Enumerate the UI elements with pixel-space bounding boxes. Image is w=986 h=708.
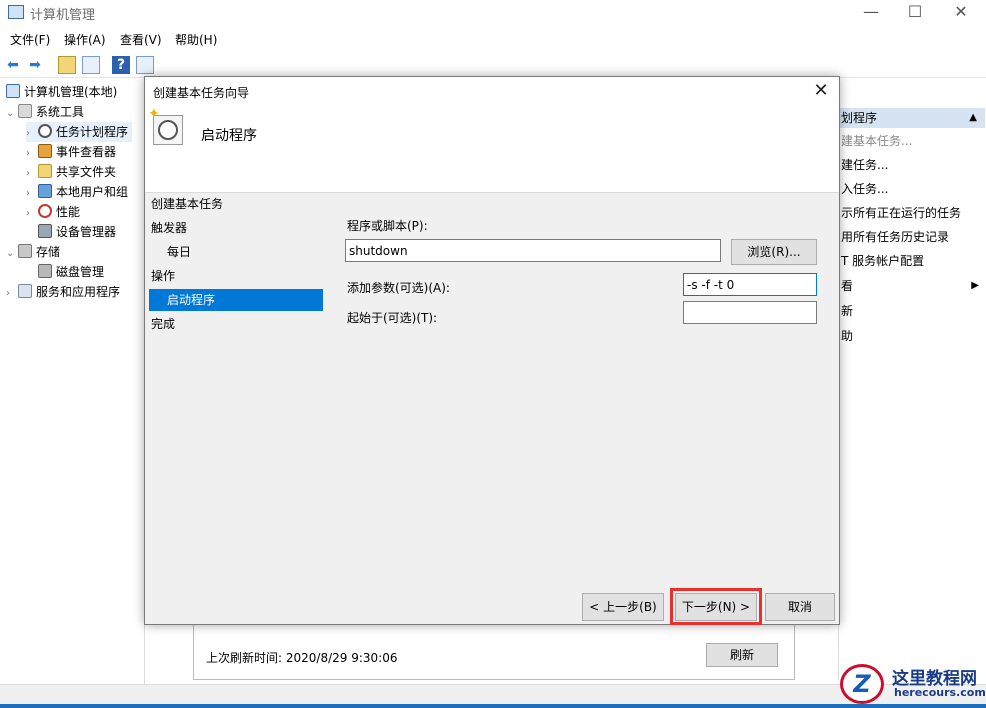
collapse-up-icon[interactable]: ▲ (969, 108, 977, 128)
action-create-task[interactable]: 建任务... (841, 154, 888, 176)
close-window-button[interactable]: ✕ (938, 0, 984, 26)
computer-management-icon (8, 5, 24, 19)
services-icon (18, 284, 32, 298)
chevron-down-icon[interactable]: ⌄ (6, 104, 18, 124)
tree-item-storage[interactable]: ⌄ 存储 (6, 242, 60, 262)
step-trigger[interactable]: 触发器 (151, 217, 187, 239)
step-finish[interactable]: 完成 (151, 313, 175, 335)
browse-button[interactable]: 浏览(R)... (731, 239, 817, 265)
tree-item-services-apps[interactable]: › 服务和应用程序 (6, 282, 120, 302)
last-refresh-text: 上次刷新时间: 2020/8/29 9:30:06 (206, 651, 398, 665)
step-action[interactable]: 操作 (151, 265, 175, 287)
computer-icon (6, 84, 20, 98)
create-basic-task-dialog: 创建基本任务向导 ✕ ✦ 启动程序 创建基本任务 触发器 每日 操作 启动程序 … (144, 76, 840, 625)
disk-icon (38, 264, 52, 278)
start-in-label: 起始于(可选)(T): (347, 311, 438, 325)
menu-action[interactable]: 操作(A) (64, 31, 106, 48)
sparkle-icon: ✦ (148, 106, 160, 122)
menu-help[interactable]: 帮助(H) (175, 31, 217, 48)
menu-file[interactable]: 文件(F) (10, 31, 50, 48)
tree-item-event-viewer[interactable]: › 事件查看器 (26, 142, 116, 162)
site-watermark: Z 这里教程网 herecours.com (838, 662, 986, 708)
dialog-titlebar: 创建基本任务向导 ✕ (145, 77, 839, 107)
back-arrow-icon[interactable]: ⬅ (4, 56, 22, 74)
menu-view[interactable]: 查看(V) (120, 31, 162, 48)
wizard-steps: 创建基本任务 触发器 每日 操作 启动程序 完成 (145, 193, 325, 603)
tree-item-disk-management[interactable]: 磁盘管理 (38, 262, 104, 282)
action-service-account[interactable]: T 服务帐户配置 (841, 250, 924, 272)
dialog-heading: 启动程序 (201, 128, 257, 144)
dialog-header: ✦ 启动程序 (145, 106, 839, 193)
arguments-input[interactable] (683, 273, 817, 296)
arguments-label: 添加参数(可选)(A): (347, 281, 450, 295)
start-in-input[interactable] (683, 301, 817, 324)
help-icon[interactable]: ? (112, 56, 130, 74)
watermark-url: herecours.com (894, 686, 986, 699)
refresh-button[interactable]: 刷新 (706, 643, 778, 667)
step-create-basic-task[interactable]: 创建基本任务 (151, 193, 223, 215)
show-hide-tree-icon[interactable] (82, 56, 100, 74)
tree-item-device-manager[interactable]: 设备管理器 (38, 222, 116, 242)
maximize-button[interactable]: ☐ (892, 0, 938, 26)
dialog-title: 创建基本任务向导 (153, 86, 250, 100)
chevron-right-icon[interactable]: › (26, 164, 38, 184)
program-script-label: 程序或脚本(P): (347, 219, 428, 233)
toolbar: ⬅ ➡ ? (0, 52, 986, 78)
storage-icon (18, 244, 32, 258)
start-program-form: 程序或脚本(P): 浏览(R)... 添加参数(可选)(A): 起始于(可选)(… (341, 193, 821, 493)
chevron-right-icon[interactable]: › (26, 184, 38, 204)
menu-bar: 文件(F) 操作(A) 查看(V) 帮助(H) (0, 28, 986, 50)
action-pane-icon[interactable] (136, 56, 154, 74)
scheduled-task-clock-icon: ✦ (148, 106, 183, 145)
tree-item-performance[interactable]: › 性能 (26, 202, 80, 222)
action-show-running[interactable]: 示所有正在运行的任务 (841, 202, 961, 224)
window-titlebar: 计算机管理 — ☐ ✕ (0, 0, 986, 26)
tree-item-system-tools[interactable]: ⌄ 系统工具 (6, 102, 84, 122)
cancel-button[interactable]: 取消 (765, 593, 835, 621)
tools-icon (18, 104, 32, 118)
tree-item-task-scheduler[interactable]: › 任务计划程序 (26, 122, 133, 144)
watermark-logo: Z (840, 664, 884, 704)
device-manager-icon (38, 224, 52, 238)
up-folder-icon[interactable] (58, 56, 76, 74)
chevron-right-icon[interactable]: › (26, 124, 38, 144)
window-title: 计算机管理 (30, 8, 96, 23)
minimize-button[interactable]: — (848, 0, 894, 26)
chevron-right-icon[interactable]: › (6, 284, 18, 304)
step-start-program[interactable]: 启动程序 (149, 289, 323, 311)
chevron-right-icon[interactable]: › (26, 204, 38, 224)
dialog-close-button[interactable]: ✕ (809, 79, 833, 103)
next-button[interactable]: 下一步(N) > (675, 593, 757, 621)
scheduler-status-panel: 上次刷新时间: 2020/8/29 9:30:06 刷新 (193, 624, 795, 680)
back-button[interactable]: < 上一步(B) (582, 593, 664, 621)
navigation-tree: 计算机管理(本地) ⌄ 系统工具 › 任务计划程序 › 事件查看器 › 共享文件夹 › 本… (0, 80, 145, 705)
actions-pane: 划程序 ▲ 建基本任务... 建任务... 入任务... 示所有正在运行的任务 … (838, 80, 986, 680)
users-icon (38, 184, 52, 198)
chevron-right-icon[interactable]: › (26, 144, 38, 164)
event-viewer-icon (38, 144, 52, 158)
shared-folder-icon (38, 164, 52, 178)
performance-icon (38, 204, 52, 218)
action-refresh[interactable]: 新 (841, 300, 853, 322)
submenu-arrow-icon: ▶ (971, 280, 979, 291)
forward-arrow-icon[interactable]: ➡ (26, 56, 44, 74)
step-daily[interactable]: 每日 (167, 241, 191, 263)
action-import-task[interactable]: 入任务... (841, 178, 888, 200)
clock-icon (38, 124, 52, 138)
action-create-basic-task[interactable]: 建基本任务... (841, 130, 912, 152)
actions-header[interactable]: 划程序 ▲ (839, 108, 985, 128)
tree-item-shared-folders[interactable]: › 共享文件夹 (26, 162, 116, 182)
tree-item-root[interactable]: 计算机管理(本地) (6, 82, 117, 102)
tree-item-local-users[interactable]: › 本地用户和组 (26, 182, 128, 202)
action-enable-history[interactable]: 用所有任务历史记录 (841, 226, 949, 248)
chevron-down-icon[interactable]: ⌄ (6, 244, 18, 264)
program-script-input[interactable] (345, 239, 721, 262)
action-view[interactable]: 看 ▶ (841, 275, 981, 297)
action-help[interactable]: 助 (841, 325, 853, 347)
